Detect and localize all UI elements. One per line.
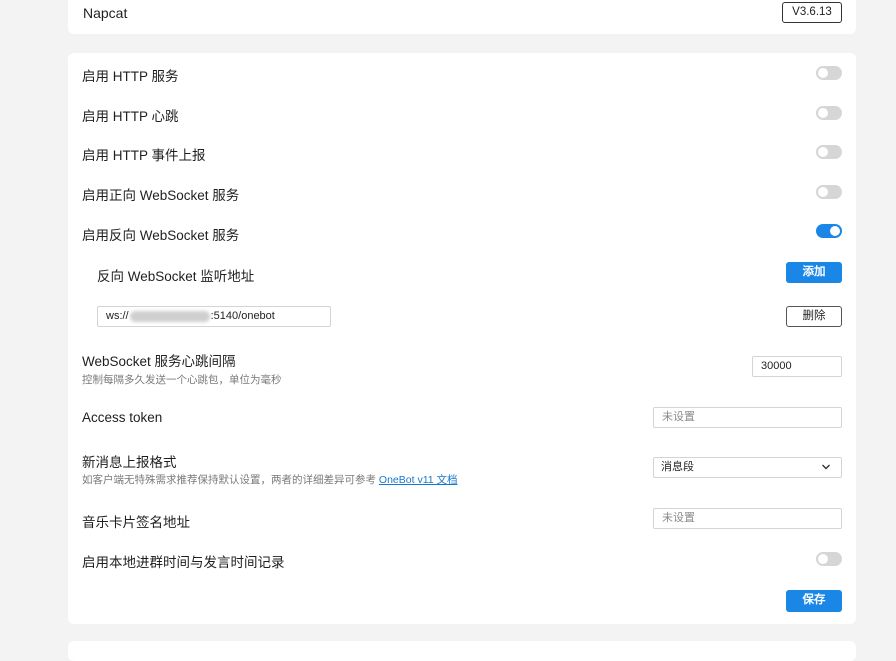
address-prefix: ws:// xyxy=(106,310,129,322)
onebot-docs-link[interactable]: OneBot v11 文档 xyxy=(379,474,458,486)
http-heartbeat-label: 启用 HTTP 心跳 xyxy=(82,109,179,124)
http-heartbeat-toggle[interactable] xyxy=(816,106,842,120)
reverse-ws-toggle[interactable] xyxy=(816,224,842,238)
ws-heartbeat-label: WebSocket 服务心跳间隔 xyxy=(82,354,236,369)
http-event-report-label: 启用 HTTP 事件上报 xyxy=(82,148,206,163)
ws-heartbeat-input[interactable]: 30000 xyxy=(752,356,842,377)
message-format-description-text: 如客户端无特殊需求推荐保持默认设置，两者的详细差异可参考 xyxy=(82,474,376,486)
access-token-input[interactable]: 未设置 xyxy=(653,407,842,428)
http-event-report-toggle[interactable] xyxy=(816,145,842,159)
message-format-label: 新消息上报格式 xyxy=(82,455,177,470)
delete-address-button[interactable]: 删除 xyxy=(786,306,842,327)
forward-ws-label: 启用正向 WebSocket 服务 xyxy=(82,188,240,203)
local-group-time-toggle[interactable] xyxy=(816,552,842,566)
app-name: Napcat xyxy=(83,5,128,21)
http-service-toggle[interactable] xyxy=(816,66,842,80)
settings-card: 启用 HTTP 服务 启用 HTTP 心跳 启用 HTTP 事件上报 启用正向 … xyxy=(68,53,856,624)
message-format-select[interactable]: 消息段 xyxy=(653,457,842,478)
local-group-time-label: 启用本地进群时间与发言时间记录 xyxy=(82,555,285,570)
music-sign-url-label: 音乐卡片签名地址 xyxy=(82,515,190,530)
message-format-description: 如客户端无特殊需求推荐保持默认设置，两者的详细差异可参考 OneBot v11 … xyxy=(82,472,458,487)
message-format-selected: 消息段 xyxy=(661,461,694,473)
http-service-label: 启用 HTTP 服务 xyxy=(82,69,179,84)
forward-ws-toggle[interactable] xyxy=(816,185,842,199)
version-badge: V3.6.13 xyxy=(782,2,842,23)
ws-heartbeat-description: 控制每隔多久发送一个心跳包，单位为毫秒 xyxy=(82,374,282,386)
reverse-ws-address-input[interactable]: ws:// :5140/onebot xyxy=(97,306,331,327)
save-button[interactable]: 保存 xyxy=(786,590,842,612)
redacted-host xyxy=(129,310,210,322)
chevron-down-icon xyxy=(822,464,830,470)
reverse-ws-label: 启用反向 WebSocket 服务 xyxy=(82,228,240,243)
app-info-card: Napcat V3.6.13 xyxy=(68,0,856,34)
access-token-label: Access token xyxy=(82,410,163,425)
address-suffix: :5140/onebot xyxy=(210,310,275,322)
music-sign-url-input[interactable]: 未设置 xyxy=(653,508,842,529)
reverse-ws-address-label: 反向 WebSocket 监听地址 xyxy=(97,269,255,284)
next-card xyxy=(68,641,856,661)
add-address-button[interactable]: 添加 xyxy=(786,262,842,283)
